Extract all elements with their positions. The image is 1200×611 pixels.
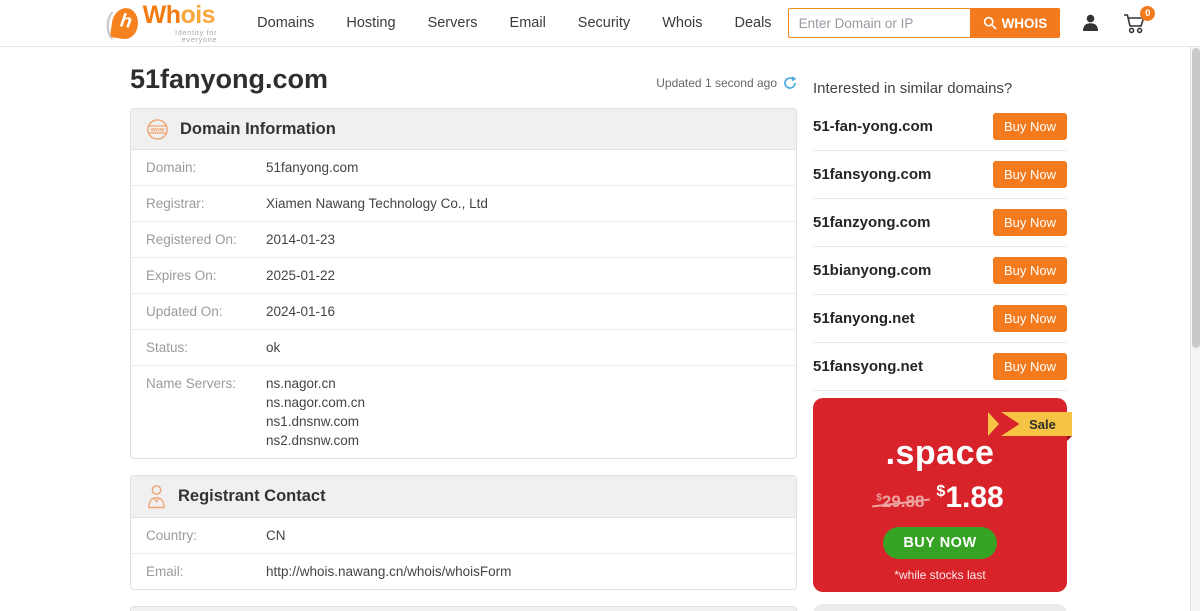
domain-search-input[interactable] xyxy=(787,8,970,38)
domain-search: WHOIS xyxy=(787,8,1061,38)
domain-information-panel: www Domain Information Domain: 51fanyong… xyxy=(130,108,797,459)
logo-tagline: Identity for everyone xyxy=(174,27,218,44)
similar-domain-row: 51fanyong.net Buy Now xyxy=(813,295,1067,343)
scrollbar-track[interactable] xyxy=(1190,0,1200,611)
similar-domain-row: 51fanzyong.com Buy Now xyxy=(813,199,1067,247)
whois-logo[interactable]: ( h Whois Identity for everyone xyxy=(105,0,218,44)
administrative-contact-panel: Administrative Contact xyxy=(130,606,797,611)
svg-text:www: www xyxy=(149,127,164,133)
registrant-contact-panel: Registrant Contact Country: CN Email: ht… xyxy=(130,475,797,590)
buy-now-button[interactable]: Buy Now xyxy=(992,257,1067,284)
info-row-updated-on: Updated On: 2024-01-16 xyxy=(131,294,796,330)
contact-row-country: Country: CN xyxy=(131,518,796,554)
buy-now-button[interactable]: Buy Now xyxy=(992,161,1067,188)
similar-domain-name: 51fansyong.net xyxy=(813,358,924,375)
sale-ribbon-arrow xyxy=(988,412,999,436)
nav-item-servers[interactable]: Servers xyxy=(412,15,494,31)
similar-domain-name: 51fanzyong.com xyxy=(813,214,931,231)
main-nav: Domains Hosting Servers Email Security W… xyxy=(241,15,787,31)
info-row-status: Status: ok xyxy=(131,330,796,366)
info-row-name-servers: Name Servers: ns.nagor.cn ns.nagor.com.c… xyxy=(146,376,366,448)
similar-domain-name: 51fanyong.net xyxy=(813,310,915,327)
whois-button-label: WHOIS xyxy=(1001,15,1048,31)
similar-domain-row: 51fansyong.com Buy Now xyxy=(813,151,1067,199)
promo-old-price: $29.88 xyxy=(872,492,931,512)
info-row-registered-on: Registered On: 2014-01-23 xyxy=(131,222,796,258)
similar-domain-name: 51-fan-yong.com xyxy=(813,118,934,135)
similar-domain-name: 51fansyong.com xyxy=(813,166,932,183)
refresh-icon[interactable] xyxy=(783,76,797,90)
nav-item-email[interactable]: Email xyxy=(494,15,562,31)
nav-item-deals[interactable]: Deals xyxy=(718,15,787,31)
logo-brand-text: Whois xyxy=(142,0,216,29)
panel-title: Registrant Contact xyxy=(178,487,326,505)
nav-item-whois[interactable]: Whois xyxy=(646,15,718,31)
user-account-icon[interactable] xyxy=(1082,14,1099,32)
tld-promo-card: Sale .space $29.88 $1.88 BUY NOW *while … xyxy=(813,398,1072,592)
whois-logo-icon: h xyxy=(109,5,140,41)
sale-ribbon: Sale xyxy=(988,412,1072,441)
info-row-expires-on: Expires On: 2025-01-22 xyxy=(131,258,796,294)
promo-price: $1.88 xyxy=(936,481,1004,514)
similar-domain-row: 51fansyong.net Buy Now xyxy=(813,343,1067,391)
buy-now-button[interactable]: Buy Now xyxy=(992,113,1067,140)
next-promo-card-partial xyxy=(813,604,1067,611)
sale-ribbon-fold xyxy=(1067,436,1072,441)
buy-now-button[interactable]: Buy Now xyxy=(992,305,1067,332)
info-row-domain: Domain: 51fanyong.com xyxy=(131,150,796,186)
updated-status: Updated 1 second ago xyxy=(656,76,797,95)
updated-text: Updated 1 second ago xyxy=(656,76,777,90)
similar-domain-row: 51-fan-yong.com Buy Now xyxy=(813,103,1067,151)
nav-item-security[interactable]: Security xyxy=(562,15,646,31)
person-icon xyxy=(148,485,165,509)
globe-www-icon: www xyxy=(147,118,168,140)
buy-now-button[interactable]: Buy Now xyxy=(992,209,1067,236)
similar-domains-heading: Interested in similar domains? xyxy=(813,80,1013,97)
similar-domain-row: 51bianyong.com Buy Now xyxy=(813,247,1067,295)
cart-icon[interactable]: 0 xyxy=(1123,5,1156,34)
whois-search-button[interactable]: WHOIS xyxy=(969,8,1061,38)
info-row-registrar: Registrar: Xiamen Nawang Technology Co.,… xyxy=(131,186,796,222)
top-navigation-bar: ( h Whois Identity for everyone Domains … xyxy=(0,0,1200,47)
buy-now-button[interactable]: Buy Now xyxy=(992,353,1067,380)
contact-row-email: Email: http://whois.nawang.cn/whois/whoi… xyxy=(146,564,512,579)
cart-count-badge: 0 xyxy=(1140,5,1156,21)
search-icon xyxy=(983,16,997,30)
promo-note: *while stocks last xyxy=(894,568,986,582)
promo-buy-now-button[interactable]: BUY NOW xyxy=(883,527,997,559)
similar-domain-name: 51bianyong.com xyxy=(813,262,932,279)
panel-title: Domain Information xyxy=(180,119,336,138)
sale-ribbon-label: Sale xyxy=(1001,412,1072,436)
nav-item-domains[interactable]: Domains xyxy=(241,15,330,31)
nav-item-hosting[interactable]: Hosting xyxy=(330,15,411,31)
scrollbar-thumb[interactable] xyxy=(1192,48,1200,348)
page-title: 51fanyong.com xyxy=(130,64,329,94)
